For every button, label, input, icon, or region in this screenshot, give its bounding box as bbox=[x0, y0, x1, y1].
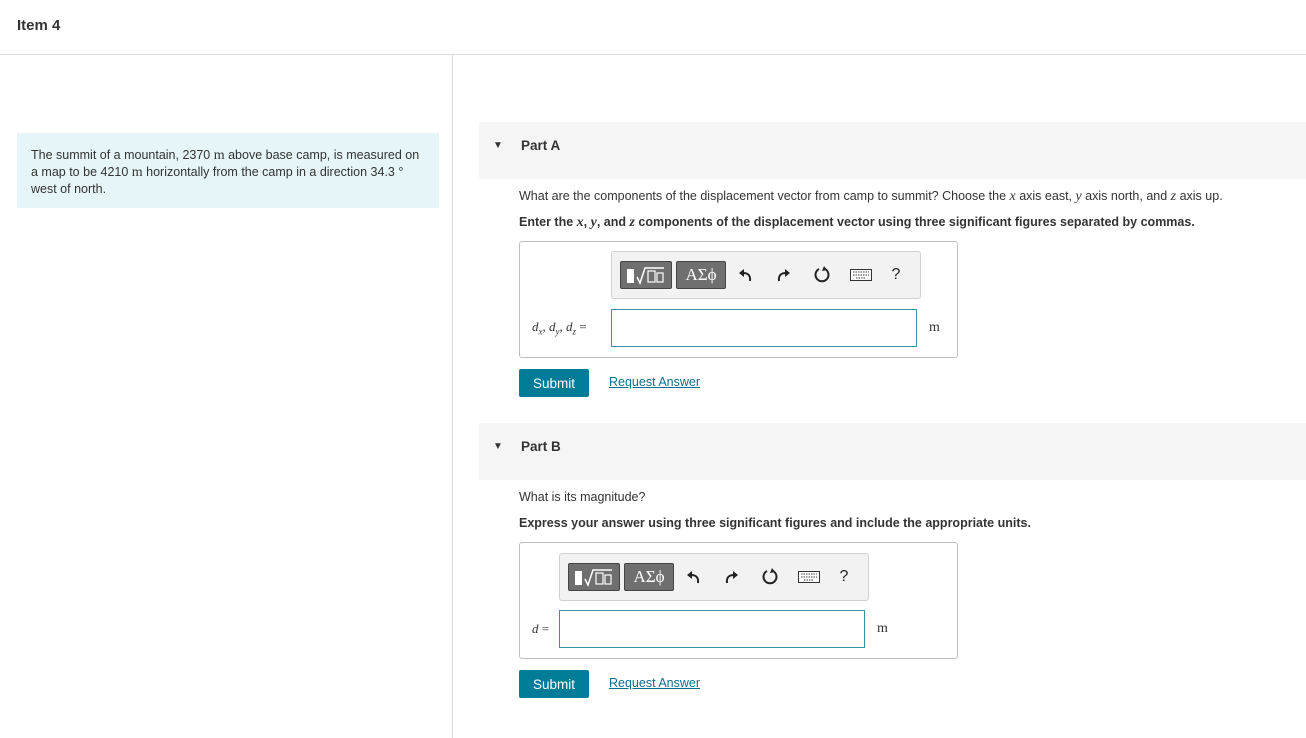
math-toolbar: ΑΣϕ ? bbox=[559, 553, 869, 601]
question-text: axis up. bbox=[1176, 189, 1223, 203]
collapse-triangle-icon[interactable]: ▼ bbox=[493, 441, 503, 452]
math-toolbar: ΑΣϕ ? bbox=[611, 251, 921, 299]
question-text: axis north, and bbox=[1081, 189, 1171, 203]
part-b-label: Part B bbox=[521, 439, 561, 454]
part-b-unit: m bbox=[877, 621, 888, 636]
equals-sign: = bbox=[538, 621, 550, 636]
equals-sign: = bbox=[576, 319, 587, 334]
problem-statement: The summit of a mountain, 2370 m above b… bbox=[17, 133, 439, 208]
undo-icon[interactable] bbox=[734, 262, 758, 288]
instruction-text: , and bbox=[596, 215, 630, 229]
column-divider bbox=[452, 55, 453, 738]
part-a-submit-button[interactable]: Submit bbox=[519, 369, 589, 397]
part-a-header[interactable]: ▼ Part A bbox=[479, 122, 1306, 179]
part-a-label: Part A bbox=[521, 138, 561, 153]
part-b-answer-label: d = bbox=[532, 621, 549, 637]
part-b-answer-input[interactable] bbox=[559, 610, 865, 648]
instruction-text: , bbox=[583, 215, 591, 229]
item-title: Item 4 bbox=[17, 17, 61, 34]
keyboard-icon[interactable] bbox=[795, 564, 823, 590]
keyboard-icon[interactable] bbox=[847, 262, 875, 288]
part-a-unit: m bbox=[929, 320, 940, 335]
reset-icon[interactable] bbox=[758, 564, 782, 590]
question-text: What are the components of the displacem… bbox=[519, 189, 1010, 203]
reset-icon[interactable] bbox=[810, 262, 834, 288]
part-b-request-answer-link[interactable]: Request Answer bbox=[609, 676, 700, 690]
instruction-text: components of the displacement vector us… bbox=[634, 215, 1195, 229]
problem-text: west of north. bbox=[31, 182, 107, 196]
part-a-instruction: Enter the x, y, and z components of the … bbox=[519, 215, 1195, 231]
part-b-header[interactable]: ▼ Part B bbox=[479, 423, 1306, 480]
problem-text: horizontally from the camp in a directio… bbox=[142, 165, 399, 179]
part-b-submit-button[interactable]: Submit bbox=[519, 670, 589, 698]
greek-symbols-icon[interactable]: ΑΣϕ bbox=[676, 261, 726, 289]
part-a-request-answer-link[interactable]: Request Answer bbox=[609, 375, 700, 389]
collapse-triangle-icon[interactable]: ▼ bbox=[493, 140, 503, 151]
unit-meters: m bbox=[213, 148, 225, 163]
help-icon[interactable]: ? bbox=[832, 564, 856, 590]
part-b-instruction: Express your answer using three signific… bbox=[519, 516, 1031, 530]
var-x: x bbox=[576, 215, 584, 230]
item-header: Item 4 bbox=[0, 0, 1306, 55]
part-a-answer-box: ΑΣϕ ? dx, dy, dz = m bbox=[519, 241, 958, 358]
degree-symbol: ° bbox=[398, 165, 404, 179]
greek-symbols-icon[interactable]: ΑΣϕ bbox=[624, 563, 674, 591]
question-text: axis east, bbox=[1015, 189, 1076, 203]
instruction-text: Enter the bbox=[519, 215, 577, 229]
part-a-question: What are the components of the displacem… bbox=[519, 189, 1223, 205]
redo-icon[interactable] bbox=[771, 262, 795, 288]
templates-icon[interactable] bbox=[620, 261, 672, 289]
undo-icon[interactable] bbox=[682, 564, 706, 590]
part-b-answer-box: ΑΣϕ ? d = m bbox=[519, 542, 958, 659]
redo-icon[interactable] bbox=[719, 564, 743, 590]
part-b-question: What is its magnitude? bbox=[519, 490, 646, 504]
help-icon[interactable]: ? bbox=[884, 262, 908, 288]
templates-icon[interactable] bbox=[568, 563, 620, 591]
unit-meters: m bbox=[131, 165, 143, 180]
part-a-answer-input[interactable] bbox=[611, 309, 917, 347]
part-a-answer-label: dx, dy, dz = bbox=[532, 319, 587, 337]
problem-text: The summit of a mountain, 2370 bbox=[31, 148, 214, 162]
